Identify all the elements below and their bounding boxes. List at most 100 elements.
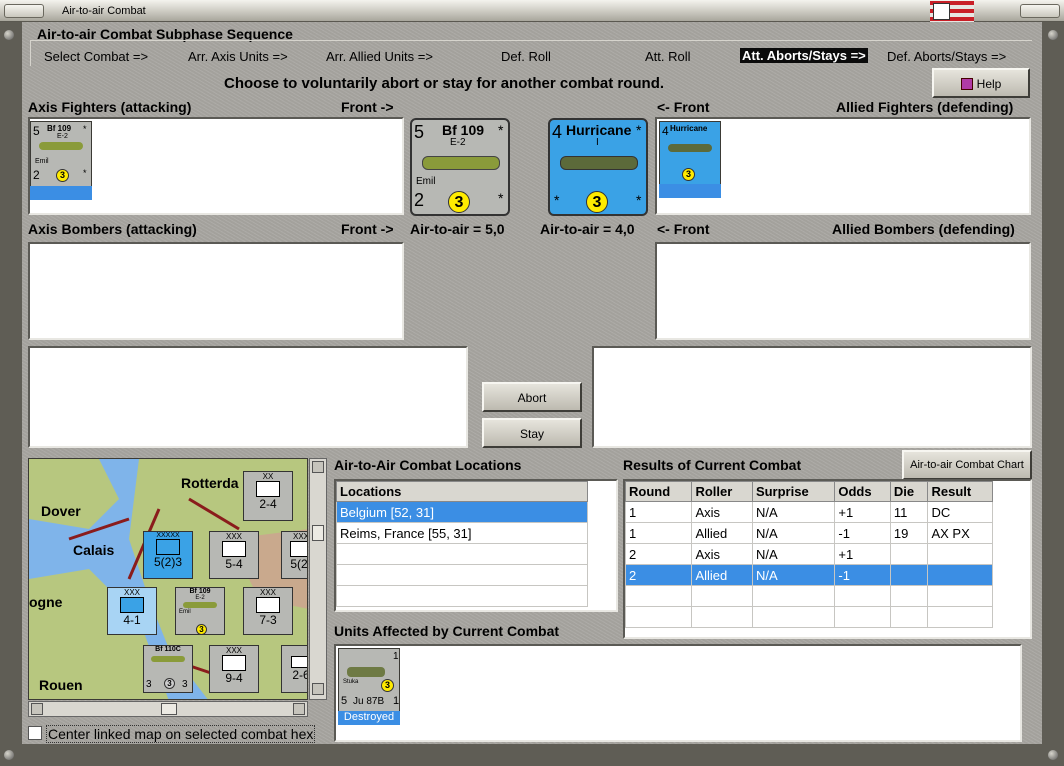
window-title: Air-to-air Combat — [62, 5, 146, 17]
allied-bombers-box[interactable] — [655, 242, 1031, 340]
axis-large-counter: 5 Bf 109 E-2 * Emil 2 3 * — [410, 118, 510, 216]
map-unit-5-2-3[interactable]: XXXXX 5(2)3 — [143, 531, 193, 579]
map-unit-4-1[interactable]: XXX 4-1 — [107, 587, 157, 635]
axis-bombers-front-label: Front -> — [341, 221, 394, 237]
center-map-checkbox-label[interactable]: Center linked map on selected combat hex — [46, 725, 316, 743]
results-header-die: Die — [889, 481, 929, 502]
table-row[interactable]: 1 Axis N/A +1 11 DC — [624, 501, 993, 523]
map-unit-5-4[interactable]: XXX 5-4 — [209, 531, 259, 579]
axis-fighters-label: Axis Fighters (attacking) — [28, 99, 192, 115]
scroll-thumb[interactable] — [312, 525, 324, 541]
bf109-plane-icon — [422, 156, 500, 170]
axis-bombers-box[interactable] — [28, 242, 404, 340]
bf109-plane-icon — [183, 602, 217, 608]
location-row-empty[interactable] — [336, 543, 588, 565]
map-label-calais: Calais — [73, 542, 115, 558]
flag-icon — [930, 1, 974, 22]
scroll-down-arrow-icon[interactable] — [312, 683, 324, 695]
map-horizontal-scrollbar[interactable] — [28, 701, 308, 717]
table-row-selected[interactable]: 2 Allied N/A -1 — [624, 564, 993, 586]
map-vertical-scrollbar[interactable] — [309, 458, 327, 700]
selected-bar — [30, 186, 92, 200]
results-header-roller: Roller — [691, 481, 753, 502]
affected-unit-ju87b[interactable]: 1 Stuka 3 5 Ju 87B 1 Destroyed — [338, 648, 400, 725]
map-label-dover: Dover — [41, 503, 81, 519]
map-unit-bf109[interactable]: Bf 109 E-2 Emil 3 — [175, 587, 225, 635]
hurricane-plane-icon — [560, 156, 638, 170]
window-frame-bottom — [0, 744, 1064, 766]
sequence-step-att-roll: Att. Roll — [645, 49, 691, 64]
axis-fighter-unit[interactable]: 5 Bf 109 E-2 * Emil 2 3 * — [30, 121, 92, 200]
location-row-empty[interactable] — [336, 564, 588, 586]
window-frame-left — [0, 22, 22, 766]
sequence-step-arr-allied: Arr. Allied Units => — [326, 49, 433, 64]
results-header-odds: Odds — [834, 481, 891, 502]
allied-fighter-unit[interactable]: 4 Hurricane 3 — [659, 121, 721, 198]
axis-fighters-box[interactable]: 5 Bf 109 E-2 * Emil 2 3 * — [28, 117, 404, 215]
center-map-checkbox[interactable] — [28, 726, 42, 740]
map-label-boulogne: ogne — [29, 594, 63, 610]
map-unit-2-4[interactable]: XX 2-4 — [243, 471, 293, 521]
allied-bombers-front-label: <- Front — [657, 221, 710, 237]
map-unit-2-6[interactable]: 2-6 — [281, 645, 307, 693]
infantry-symbol-icon — [291, 656, 307, 668]
table-row[interactable]: 2 Axis N/A +1 — [624, 543, 993, 565]
air-to-air-chart-button[interactable]: Air-to-air Combat Chart — [902, 450, 1032, 480]
map-unit-bf110[interactable]: Bf 110C 3 3 3 — [143, 645, 193, 693]
map-label-rotterdam: Rotterda — [181, 475, 239, 491]
instruction-text: Choose to voluntarily abort or stay for … — [224, 75, 665, 92]
infantry-symbol-icon — [120, 597, 144, 613]
axis-other-box[interactable] — [28, 346, 468, 448]
location-row[interactable]: Belgium [52, 31] — [336, 501, 588, 523]
results-header-round: Round — [624, 481, 693, 502]
destroyed-status: Destroyed — [338, 711, 400, 725]
linked-map[interactable]: Dover Calais Rotterda ogne Rouen XX 2-4 … — [28, 458, 308, 700]
help-label: Help — [976, 77, 1002, 91]
allied-other-box[interactable] — [592, 346, 1032, 448]
map-unit-5-2[interactable]: XXX 5(2) — [281, 531, 307, 579]
table-row-empty[interactable] — [624, 606, 993, 628]
scroll-left-arrow-icon[interactable] — [31, 703, 43, 715]
locations-list[interactable]: Locations Belgium [52, 31] Reims, France… — [334, 479, 618, 612]
title-bar[interactable]: Air-to-air Combat — [0, 0, 1064, 22]
abort-button[interactable]: Abort — [482, 382, 582, 412]
scroll-up-arrow-icon[interactable] — [312, 461, 324, 473]
sequence-step-def-roll: Def. Roll — [501, 49, 551, 64]
system-menu-button[interactable] — [4, 4, 44, 18]
table-row-empty[interactable] — [624, 585, 993, 607]
stuka-plane-icon — [347, 667, 385, 677]
map-label-rouen: Rouen — [39, 677, 83, 693]
units-affected-box[interactable]: 1 Stuka 3 5 Ju 87B 1 Destroyed — [334, 644, 1022, 742]
stay-button[interactable]: Stay — [482, 418, 582, 448]
sequence-step-select-combat: Select Combat => — [44, 49, 149, 64]
rivet-icon — [1048, 30, 1058, 40]
axis-air-to-air-value: Air-to-air = 5,0 — [410, 221, 505, 237]
infantry-symbol-icon — [222, 655, 246, 671]
map-unit-7-3[interactable]: XXX 7-3 — [243, 587, 293, 635]
results-table[interactable]: Round Roller Surprise Odds Die Result 1A… — [623, 479, 1032, 639]
allied-large-counter: 4 Hurricane I * * 3 * — [548, 118, 648, 216]
rivet-icon — [4, 750, 14, 760]
map-unit-9-4[interactable]: XXX 9-4 — [209, 645, 259, 693]
bf109-plane-icon — [39, 142, 83, 150]
scroll-thumb[interactable] — [161, 703, 177, 715]
sequence-step-arr-axis: Arr. Axis Units => — [188, 49, 288, 64]
allied-fighters-front-label: <- Front — [657, 99, 710, 115]
allied-fighters-box[interactable]: 4 Hurricane 3 — [655, 117, 1031, 215]
infantry-symbol-icon — [256, 597, 280, 613]
location-row-empty[interactable] — [336, 585, 588, 607]
allied-air-to-air-value: Air-to-air = 4,0 — [540, 221, 635, 237]
bf110-plane-icon — [151, 656, 185, 662]
selected-bar — [659, 184, 721, 198]
locations-header: Locations — [336, 481, 588, 502]
help-button[interactable]: Help — [932, 68, 1030, 98]
units-affected-title: Units Affected by Current Combat — [334, 623, 560, 639]
table-row[interactable]: 1 Allied N/A -1 19 AX PX — [624, 522, 993, 544]
hurricane-plane-icon — [668, 144, 712, 152]
location-row[interactable]: Reims, France [55, 31] — [336, 522, 588, 544]
rivet-icon — [1048, 750, 1058, 760]
close-button[interactable] — [1020, 4, 1060, 18]
allied-bombers-label: Allied Bombers (defending) — [832, 221, 1015, 237]
results-title: Results of Current Combat — [623, 457, 802, 473]
scroll-right-arrow-icon[interactable] — [293, 703, 305, 715]
